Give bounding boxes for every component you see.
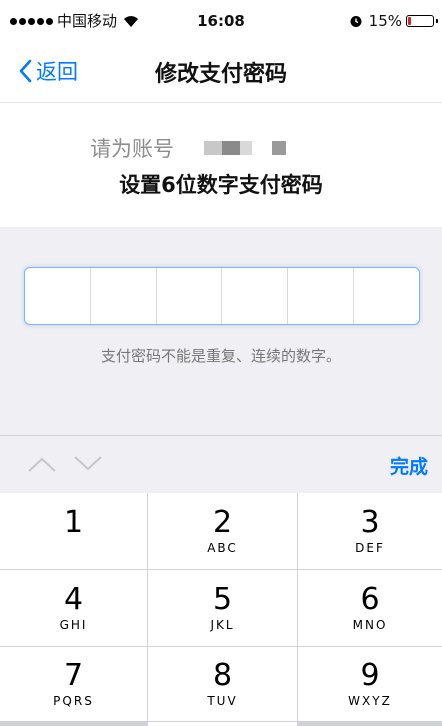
- key-4[interactable]: 4 GHI: [0, 570, 147, 646]
- key-digit: 8: [212, 658, 233, 693]
- key-2[interactable]: 2 ABC: [148, 493, 297, 569]
- battery-level-fill: [408, 17, 411, 25]
- pin-cell: [288, 268, 355, 324]
- key-digit: 7: [63, 658, 84, 693]
- status-right: 15%: [349, 12, 438, 30]
- key-letters: JKL: [210, 618, 235, 632]
- done-button[interactable]: 完成: [390, 452, 428, 479]
- chevron-up-icon[interactable]: [26, 454, 58, 474]
- key-delete[interactable]: [298, 722, 442, 726]
- header-area: 请为账号 设置6位数字支付密码: [0, 103, 442, 227]
- masked-account-number: [204, 141, 286, 155]
- key-digit: 5: [212, 582, 233, 617]
- key-digit: 2: [212, 505, 233, 540]
- key-letters: PQRS: [53, 694, 94, 708]
- pin-hint: 支付密码不能是重复、连续的数字。: [100, 347, 341, 365]
- key-letters: TUV: [207, 694, 238, 708]
- navigation-bar: 返回 修改支付密码: [0, 40, 442, 103]
- key-9[interactable]: 9 WXYZ: [298, 647, 442, 721]
- numeric-keypad: 1 2 ABC 3 DEF 4 GHI 5 JKL 6 MNO 7 PQRS 8…: [0, 493, 442, 726]
- keyboard-accessory-bar: 完成: [0, 435, 442, 493]
- pin-cell: [354, 268, 419, 324]
- key-letters: MNO: [352, 618, 388, 632]
- key-letters: ABC: [207, 541, 238, 555]
- pin-input[interactable]: [24, 267, 420, 325]
- key-1[interactable]: 1: [0, 493, 147, 569]
- key-digit: 6: [360, 582, 380, 617]
- page-title: 修改支付密码: [154, 62, 287, 87]
- pin-input-area: 支付密码不能是重复、连续的数字。: [0, 227, 442, 435]
- pin-cell: [222, 268, 289, 324]
- alarm-icon: [350, 16, 362, 27]
- pin-cell: [25, 268, 91, 324]
- key-6[interactable]: 6 MNO: [298, 570, 442, 646]
- key-digit: 4: [63, 582, 84, 617]
- key-digit: 3: [360, 505, 380, 540]
- key-0[interactable]: [148, 722, 297, 726]
- key-letters: GHI: [59, 618, 88, 632]
- pin-cell: [157, 268, 223, 324]
- battery-percent: 15%: [368, 12, 402, 30]
- account-line: 请为账号: [90, 133, 286, 163]
- setup-instruction: 设置6位数字支付密码: [119, 173, 323, 197]
- key-letters: WXYZ: [348, 694, 392, 708]
- key-digit: 9: [360, 658, 380, 693]
- account-prefix: 请为账号: [90, 137, 174, 161]
- key-5[interactable]: 5 JKL: [148, 570, 297, 646]
- key-8[interactable]: 8 TUV: [148, 647, 297, 721]
- chevron-down-icon[interactable]: [72, 454, 104, 474]
- key-digit: 1: [63, 505, 84, 540]
- key-blank: [0, 722, 147, 726]
- key-3[interactable]: 3 DEF: [298, 493, 442, 569]
- status-bar: 中国移动 16:08 15%: [0, 0, 442, 40]
- key-letters: DEF: [355, 541, 385, 555]
- key-7[interactable]: 7 PQRS: [0, 647, 147, 721]
- battery-icon: [406, 15, 438, 27]
- pin-cell: [91, 268, 157, 324]
